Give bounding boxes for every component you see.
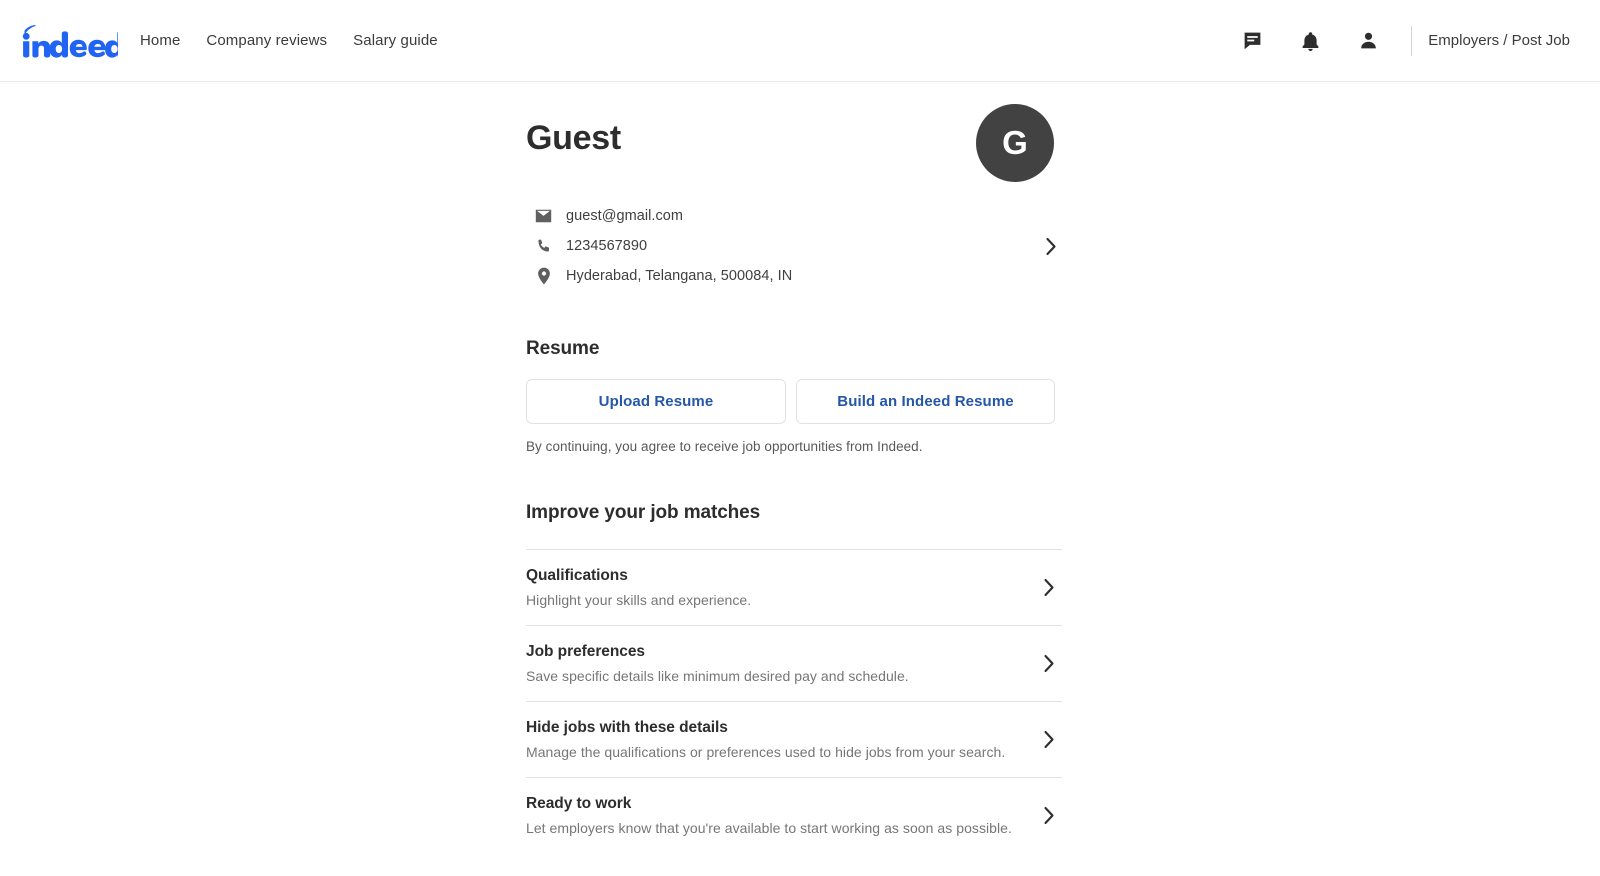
page-title: Guest [526,119,621,157]
indeed-logo-svg [22,24,124,58]
contact-row-location: Hyderabad, Telangana, 500084, IN [534,261,1062,291]
list-item-title: Hide jobs with these details [526,719,728,736]
resume-section: Resume Upload Resume Build an Indeed Res… [526,338,1062,454]
page-body: Guest G guest@gmail.com 1234567890 Hyder… [0,82,1600,853]
indeed-logo[interactable] [18,24,124,58]
profile-content: Guest G guest@gmail.com 1234567890 Hyder… [526,82,1062,853]
account-person-icon[interactable] [1339,18,1397,64]
avatar: G [976,104,1054,182]
chevron-right-icon-svg [1044,730,1054,749]
chevron-right-icon [1036,575,1062,601]
list-item-ready-to-work[interactable]: Ready to work Let employers know that yo… [526,777,1062,853]
header-divider [1411,25,1413,56]
list-item-title: Qualifications [526,567,628,584]
email-icon [534,207,553,226]
person-icon-svg [1360,32,1376,49]
improve-job-matches-section: Improve your job matches Qualifications … [526,502,1062,853]
list-item-hide-jobs[interactable]: Hide jobs with these details Manage the … [526,701,1062,777]
header-actions: Employers / Post Job [1223,18,1578,64]
chevron-right-icon-svg [1044,578,1054,597]
improve-list: Qualifications Highlight your skills and… [526,549,1062,853]
location-pin-icon [534,267,553,286]
upload-resume-button[interactable]: Upload Resume [526,379,786,424]
build-indeed-resume-button[interactable]: Build an Indeed Resume [796,379,1055,424]
chevron-right-icon [1036,651,1062,677]
profile-header: Guest G [526,104,1062,190]
contact-location-value: Hyderabad, Telangana, 500084, IN [566,268,793,284]
nav-link-home[interactable]: Home [140,32,180,49]
phone-icon [534,237,553,256]
list-item-description: Let employers know that you're available… [526,820,1012,836]
list-item-title: Ready to work [526,795,632,812]
chevron-right-icon [1036,803,1062,829]
email-icon-svg [535,209,552,223]
chevron-right-icon-svg [1046,237,1056,255]
contact-edit-chevron-right-icon[interactable] [1038,233,1064,259]
resume-buttons: Upload Resume Build an Indeed Resume [526,379,1062,424]
contact-info: guest@gmail.com 1234567890 Hyderabad, Te… [526,201,1062,291]
chevron-right-icon-svg [1044,654,1054,673]
location-pin-icon-svg [537,267,550,285]
employers-post-job-link[interactable]: Employers / Post Job [1428,32,1578,49]
primary-nav: Home Company reviews Salary guide [140,32,438,49]
chevron-right-icon [1036,727,1062,753]
messages-icon-svg [1244,32,1261,50]
list-item-description: Manage the qualifications or preferences… [526,744,1006,760]
contact-phone-value: 1234567890 [566,238,648,254]
contact-email-value: guest@gmail.com [566,208,684,224]
improve-section-title: Improve your job matches [526,502,761,523]
nav-link-salary-guide[interactable]: Salary guide [353,32,438,49]
resume-section-title: Resume [526,338,600,359]
list-item-description: Save specific details like minimum desir… [526,668,909,684]
chevron-right-icon-svg [1044,806,1054,825]
site-header: Home Company reviews Salary guide Employ… [0,0,1600,82]
contact-row-email: guest@gmail.com [534,201,1062,231]
phone-icon-svg [537,239,549,252]
list-item-title: Job preferences [526,643,645,660]
list-item-description: Highlight your skills and experience. [526,592,752,608]
resume-disclaimer: By continuing, you agree to receive job … [526,439,923,454]
list-item-job-preferences[interactable]: Job preferences Save specific details li… [526,625,1062,701]
nav-link-company-reviews[interactable]: Company reviews [206,32,327,49]
bell-icon-svg [1302,31,1319,51]
contact-row-phone: 1234567890 [534,231,1062,261]
notifications-bell-icon[interactable] [1281,18,1339,64]
list-item-qualifications[interactable]: Qualifications Highlight your skills and… [526,549,1062,625]
messages-icon[interactable] [1223,18,1281,64]
